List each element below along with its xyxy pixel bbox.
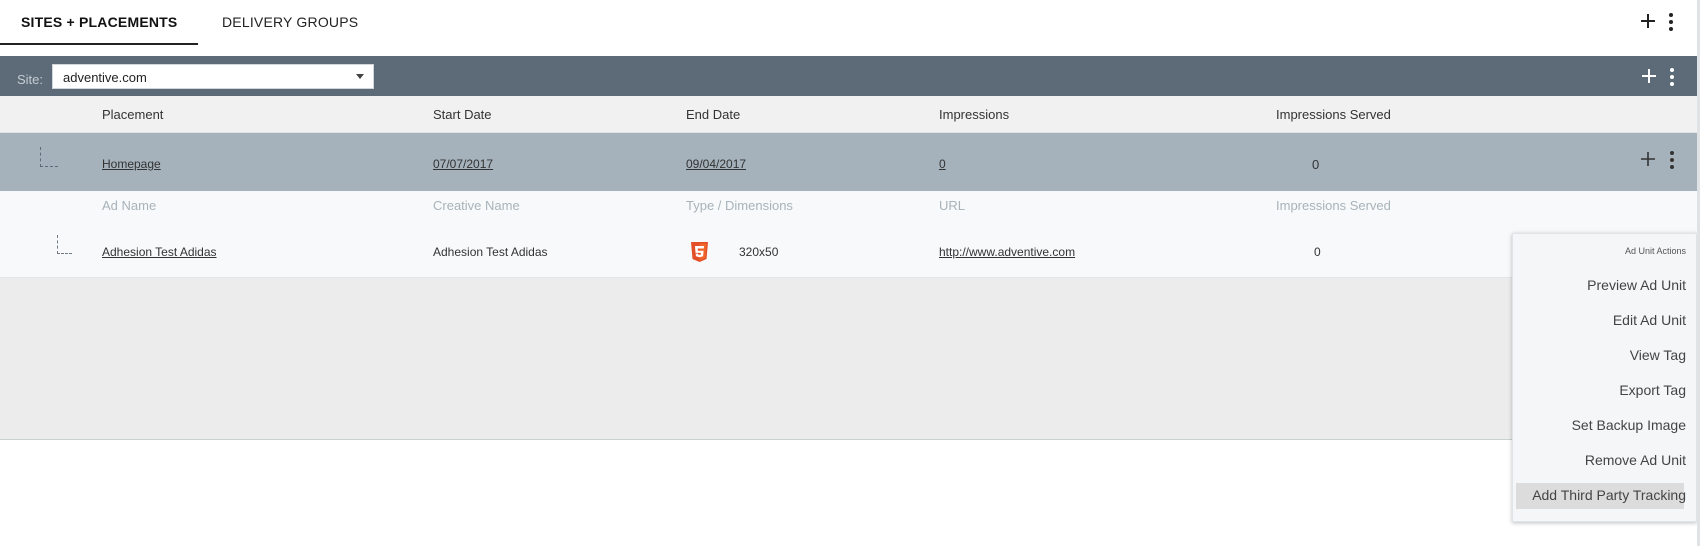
ad-name-link[interactable]: Adhesion Test Adidas <box>102 245 217 259</box>
chevron-down-icon <box>356 74 364 79</box>
plus-icon[interactable] <box>1638 11 1658 31</box>
menu-item-add-third-party-tracking[interactable]: Add Third Party Tracking <box>1532 487 1686 503</box>
impressions-served-value: 0 <box>1312 157 1320 172</box>
tree-branch-icon <box>57 235 72 254</box>
column-header-placement[interactable]: Placement <box>102 107 163 122</box>
column-header-ad-name: Ad Name <box>102 198 157 213</box>
tab-bar: SITES + PLACEMENTS DELIVERY GROUPS <box>0 0 1697 46</box>
impressions-link[interactable]: 0 <box>939 157 946 171</box>
menu-item-edit-ad-unit[interactable]: Edit Ad Unit <box>1613 312 1686 328</box>
html5-icon <box>691 242 708 262</box>
menu-item-remove-ad-unit[interactable]: Remove Ad Unit <box>1585 452 1686 468</box>
ads-header-row: Ad Name Creative Name Type / Dimensions … <box>0 191 1697 220</box>
empty-content-area <box>0 278 1697 440</box>
creative-name: Adhesion Test Adidas <box>433 245 548 259</box>
ad-unit-actions-menu: Ad Unit Actions Preview Ad Unit Edit Ad … <box>1512 233 1697 522</box>
kebab-icon[interactable] <box>1666 12 1676 32</box>
end-date-link[interactable]: 09/04/2017 <box>686 157 746 171</box>
column-header-url: URL <box>939 198 966 213</box>
page: SITES + PLACEMENTS DELIVERY GROUPS Site:… <box>0 0 1700 546</box>
active-tab-indicator <box>0 43 198 45</box>
menu-item-preview-ad-unit[interactable]: Preview Ad Unit <box>1587 277 1686 293</box>
ad-dimensions: 320x50 <box>739 245 779 259</box>
column-header-type-dimensions: Type / Dimensions <box>686 198 793 213</box>
plus-icon[interactable] <box>1638 149 1658 169</box>
site-select[interactable]: adventive.com <box>52 64 374 89</box>
menu-item-export-tag[interactable]: Export Tag <box>1619 382 1686 398</box>
tab-sites-placements[interactable]: SITES + PLACEMENTS <box>21 14 177 30</box>
kebab-icon[interactable] <box>1667 67 1677 87</box>
tree-branch-icon <box>40 147 58 167</box>
placements-header-row: Placement Start Date End Date Impression… <box>0 96 1697 133</box>
plus-icon[interactable] <box>1639 66 1659 86</box>
column-header-impressions-served[interactable]: Impressions Served <box>1276 107 1391 122</box>
menu-title: Ad Unit Actions <box>1624 246 1686 256</box>
menu-item-view-tag[interactable]: View Tag <box>1630 347 1686 363</box>
column-header-ad-impressions-served: Impressions Served <box>1276 198 1391 213</box>
placement-name-link[interactable]: Homepage <box>102 157 161 171</box>
ad-url-link[interactable]: http://www.adventive.com <box>939 245 1075 259</box>
ad-impressions-served-value: 0 <box>1314 245 1321 259</box>
start-date-link[interactable]: 07/07/2017 <box>433 157 493 171</box>
kebab-icon[interactable] <box>1667 150 1677 170</box>
column-header-start-date[interactable]: Start Date <box>433 107 492 122</box>
column-header-impressions[interactable]: Impressions <box>939 107 1009 122</box>
menu-item-set-backup-image[interactable]: Set Backup Image <box>1572 417 1686 433</box>
column-header-end-date[interactable]: End Date <box>686 107 740 122</box>
site-label: Site: <box>17 72 44 87</box>
site-bar: Site: adventive.com <box>0 56 1697 96</box>
placement-row: Homepage 07/07/2017 09/04/2017 0 0 <box>0 133 1697 191</box>
column-header-creative-name: Creative Name <box>433 198 520 213</box>
tab-delivery-groups[interactable]: DELIVERY GROUPS <box>222 14 358 30</box>
ad-row: Adhesion Test Adidas Adhesion Test Adida… <box>0 220 1697 278</box>
site-select-value: adventive.com <box>63 70 147 85</box>
